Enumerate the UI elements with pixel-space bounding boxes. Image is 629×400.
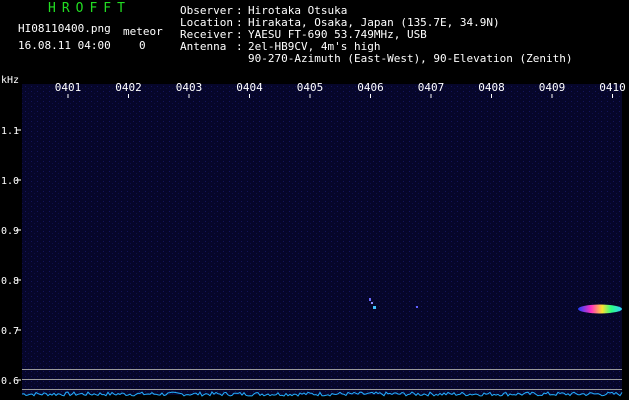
spectrogram-plot: 0401 0402 0403 0404 0405 0406 0407 0408 0409 0410…: [1, 75, 626, 397]
x-tick-label: 0410: [599, 81, 626, 94]
y-tick-label: 0.7: [1, 326, 19, 337]
y-tick-label: 1.1: [1, 126, 19, 137]
x-tick-label: 0402: [115, 81, 142, 94]
spectrogram-area: [22, 84, 622, 395]
y-tick-label: 0.6: [1, 376, 19, 387]
x-tick-label: 0407: [418, 81, 445, 94]
x-tick-label: 0406: [357, 81, 384, 94]
x-tick-label: 0405: [297, 81, 324, 94]
x-tick-label: 0404: [236, 81, 263, 94]
meteor-echo-streak: [578, 304, 622, 314]
y-tick-label: 1.0: [1, 176, 19, 187]
y-axis: 1.1 1.0 0.9 0.8 0.7 0.6: [1, 126, 21, 387]
y-unit-label: kHz: [1, 75, 19, 86]
y-tick-label: 0.8: [1, 276, 19, 287]
y-tick-label: 0.9: [1, 226, 19, 237]
x-tick-label: 0403: [176, 81, 203, 94]
x-tick-label: 0409: [539, 81, 566, 94]
x-tick-label: 0401: [55, 81, 82, 94]
x-tick-label: 0408: [478, 81, 505, 94]
